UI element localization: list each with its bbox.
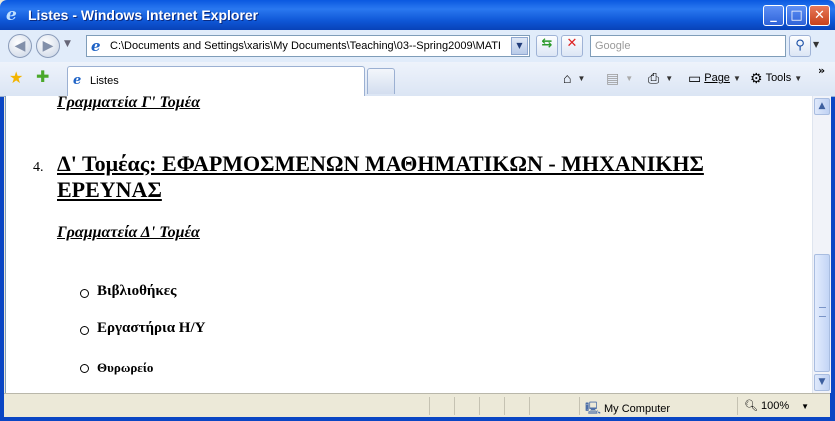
- feeds-dropdown-icon[interactable]: ▼: [625, 74, 633, 83]
- address-toolbar: ◀ ▶ ▼ e C:\Documents and Settings\xaris\…: [0, 30, 835, 63]
- bullet-circle-icon: [80, 326, 89, 335]
- scroll-up-arrow-icon[interactable]: ▲: [814, 98, 830, 115]
- zoom-dropdown-icon[interactable]: ▼: [801, 402, 809, 411]
- minimize-icon: _: [770, 8, 777, 23]
- close-button[interactable]: ✕: [809, 5, 830, 26]
- page-content: Γραμματεία Γ' Τομέα 4. Δ' Τομέας: ΕΦΑΡΜΟ…: [5, 96, 813, 393]
- ie-page-icon: e: [73, 73, 82, 88]
- search-icon: ⚲: [795, 38, 805, 53]
- tools-menu-label: Tools: [765, 72, 792, 84]
- home-dropdown-icon[interactable]: ▼: [577, 74, 585, 83]
- page-icon: ▭: [688, 70, 702, 86]
- list-item: Θυρωρείο: [97, 360, 154, 375]
- print-button[interactable]: ⎙ ▼: [648, 70, 673, 87]
- back-button[interactable]: ◀: [8, 34, 32, 58]
- search-input[interactable]: Google: [590, 35, 786, 57]
- browser-window: e Listes - Windows Internet Explorer _ □…: [0, 0, 835, 421]
- status-divider: [479, 397, 480, 415]
- close-icon: ✕: [814, 8, 825, 23]
- refresh-button[interactable]: ⇆: [536, 35, 558, 57]
- refresh-icon: ⇆: [541, 36, 553, 51]
- gear-icon: ⚙: [750, 70, 763, 86]
- link-grammateia-d[interactable]: Γραμματεία Δ' Τομέα: [57, 224, 200, 242]
- zoom-icon: 🔍︎: [744, 400, 758, 412]
- status-divider: [529, 397, 530, 415]
- status-divider: [454, 397, 455, 415]
- add-favorite-icon[interactable]: ✚: [36, 68, 49, 86]
- home-button[interactable]: ⌂ ▼: [563, 70, 585, 86]
- maximize-button[interactable]: □: [786, 5, 807, 26]
- page-menu[interactable]: ▭ Page ▼: [688, 70, 741, 87]
- scroll-grip-icon: [819, 307, 826, 317]
- zone-label: My Computer: [604, 403, 671, 415]
- maximize-icon: □: [790, 8, 803, 23]
- status-divider: [504, 397, 505, 415]
- zoom-control[interactable]: 🔍︎ 100% ▼: [744, 399, 809, 412]
- computer-icon: 🖳: [585, 401, 602, 415]
- window-left-frame: [0, 62, 4, 421]
- window-bottom-frame: [0, 417, 835, 421]
- more-commands-chevron[interactable]: »: [818, 64, 825, 77]
- status-bar: 🖳 My Computer 🔍︎ 100% ▼: [4, 393, 830, 418]
- status-divider: [429, 397, 430, 415]
- ie-logo-icon: e: [6, 5, 17, 25]
- print-dropdown-icon[interactable]: ▼: [665, 74, 673, 83]
- zoom-level: 100%: [761, 400, 790, 412]
- status-divider: [579, 397, 580, 415]
- stop-button[interactable]: ✕: [561, 35, 583, 57]
- list-item: Εργαστήρια Η/Υ: [97, 320, 206, 336]
- feeds-button[interactable]: ▤ ▼: [606, 70, 633, 87]
- bullet-circle-icon: [80, 289, 89, 298]
- list-number: 4.: [33, 160, 44, 175]
- bullet-circle-icon: [80, 364, 89, 373]
- status-divider: [737, 397, 738, 415]
- search-options-dropdown-icon[interactable]: ▼: [813, 40, 819, 49]
- tab-command-bar: ★ ✚ e Listes ⌂ ▼ ▤ ▼ ⎙ ▼ ▭ Page ▼ ⚙ Tools ▼ »: [0, 62, 835, 97]
- recent-pages-dropdown-icon[interactable]: ▼: [64, 39, 71, 49]
- home-icon: ⌂: [563, 70, 572, 86]
- vertical-scrollbar[interactable]: ▲ ▼: [812, 96, 831, 393]
- ie-page-icon: e: [91, 37, 101, 55]
- address-url[interactable]: C:\Documents and Settings\xaris\My Docum…: [110, 40, 500, 52]
- window-title: Listes - Windows Internet Explorer: [28, 7, 259, 23]
- scroll-thumb[interactable]: [814, 254, 830, 372]
- minimize-button[interactable]: _: [763, 5, 784, 26]
- link-grammateia-g[interactable]: Γραμματεία Γ' Τομέα: [57, 96, 200, 112]
- search-placeholder: Google: [595, 40, 631, 52]
- tools-dropdown-icon: ▼: [794, 74, 803, 83]
- printer-icon: ⎙: [648, 70, 660, 86]
- section-heading-link[interactable]: Δ' Τομέας: ΕΦΑΡΜΟΣΜΕΝΩΝ ΜΑΘΗΜΑΤΙΚΩΝ - ΜΗ…: [57, 151, 797, 203]
- stop-icon: ✕: [566, 36, 578, 51]
- address-field[interactable]: e C:\Documents and Settings\xaris\My Doc…: [86, 35, 530, 57]
- page-menu-label: Page: [704, 72, 730, 84]
- list-item: Βιβλιοθήκες: [97, 283, 177, 299]
- title-bar[interactable]: e Listes - Windows Internet Explorer _ □…: [0, 0, 835, 30]
- page-dropdown-icon: ▼: [732, 74, 741, 83]
- rss-feed-icon: ▤: [606, 70, 620, 86]
- forward-button[interactable]: ▶: [36, 34, 60, 58]
- new-tab-button[interactable]: [367, 68, 395, 94]
- tab-label: Listes: [90, 75, 119, 87]
- search-button[interactable]: ⚲: [789, 35, 811, 57]
- favorites-star-icon[interactable]: ★: [9, 69, 23, 87]
- address-dropdown-icon[interactable]: ▼: [511, 37, 528, 55]
- tab-listes[interactable]: e Listes: [67, 66, 365, 96]
- tools-menu[interactable]: ⚙ Tools ▼: [750, 70, 802, 87]
- scroll-down-arrow-icon[interactable]: ▼: [814, 374, 830, 391]
